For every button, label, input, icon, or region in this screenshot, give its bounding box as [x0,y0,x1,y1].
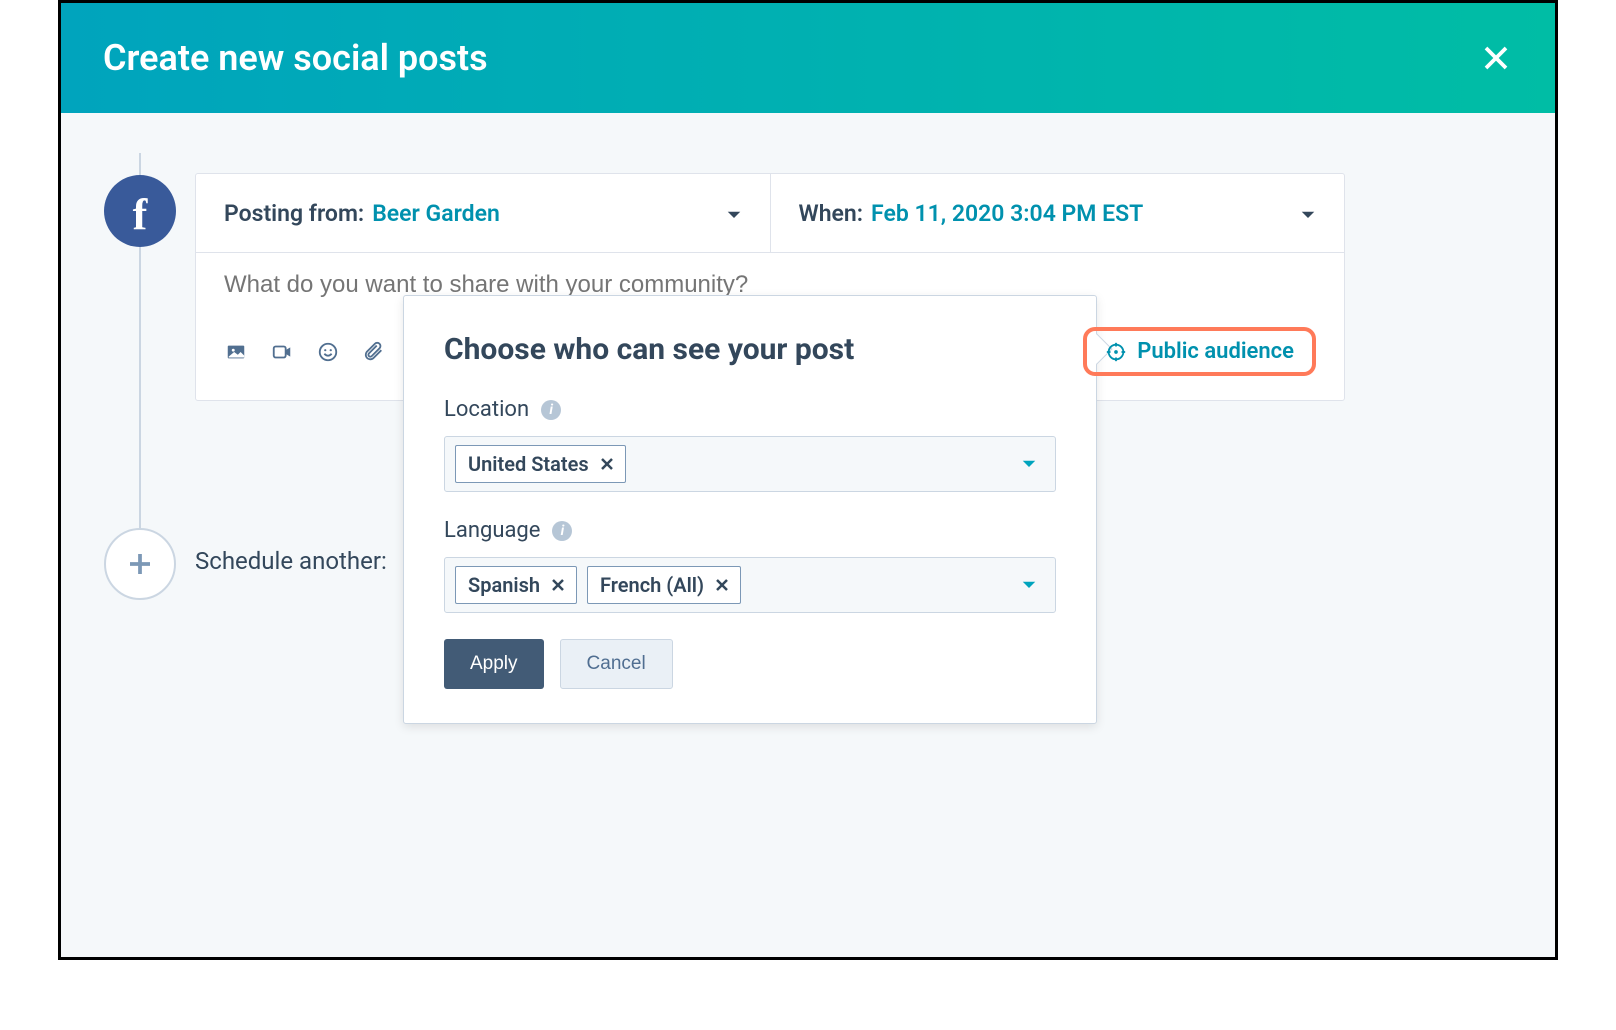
chevron-down-icon [1021,455,1037,474]
chip-label: Spanish [468,573,540,597]
language-label: Language [444,518,540,543]
chevron-down-icon [726,200,742,227]
toolbar-left-group [224,340,386,364]
facebook-f-glyph: f [133,193,148,237]
chip-remove-icon[interactable] [601,458,613,470]
when-label: When: [799,200,864,227]
composer-header-row: Posting from: Beer Garden When: Feb 11, … [196,174,1344,252]
public-audience-button[interactable]: Public audience [1083,327,1316,376]
modal-title: Create new social posts [103,37,488,79]
chip-remove-icon[interactable] [552,579,564,591]
attachment-icon[interactable] [362,340,386,364]
apply-button[interactable]: Apply [444,639,544,689]
when-value: Feb 11, 2020 3:04 PM EST [871,200,1143,227]
language-field: Language i Spanish French (All) [444,518,1056,613]
app-frame: Create new social posts f Schedule anoth… [58,0,1558,960]
language-chip: French (All) [587,566,741,604]
emoji-icon[interactable] [316,340,340,364]
info-icon[interactable]: i [541,400,561,420]
modal-header: Create new social posts [61,3,1555,113]
facebook-network-icon: f [104,175,176,247]
audience-popover: Choose who can see your post Location i … [403,295,1097,724]
location-chip: United States [455,445,626,483]
location-multiselect[interactable]: United States [444,436,1056,492]
video-icon[interactable] [270,340,294,364]
posting-from-label: Posting from: [224,200,364,227]
info-icon[interactable]: i [552,521,572,541]
chevron-down-icon [1021,576,1037,595]
add-post-button[interactable] [104,528,176,600]
image-icon[interactable] [224,340,248,364]
chevron-down-icon [1300,200,1316,227]
public-audience-label: Public audience [1137,339,1294,364]
schedule-another-label: Schedule another: [195,547,387,575]
chip-label: United States [468,452,589,476]
cancel-button[interactable]: Cancel [560,639,673,689]
location-label-row: Location i [444,397,1056,422]
posting-from-dropdown[interactable]: Posting from: Beer Garden [196,174,771,252]
chip-remove-icon[interactable] [716,579,728,591]
language-chip: Spanish [455,566,577,604]
location-field: Location i United States [444,397,1056,492]
posting-from-value: Beer Garden [372,200,500,227]
popover-title: Choose who can see your post [444,332,1056,367]
language-label-row: Language i [444,518,1056,543]
when-dropdown[interactable]: When: Feb 11, 2020 3:04 PM EST [771,174,1345,252]
popover-actions: Apply Cancel [444,639,1056,689]
chip-label: French (All) [600,573,704,597]
language-multiselect[interactable]: Spanish French (All) [444,557,1056,613]
close-icon[interactable] [1479,41,1513,75]
location-label: Location [444,397,529,422]
